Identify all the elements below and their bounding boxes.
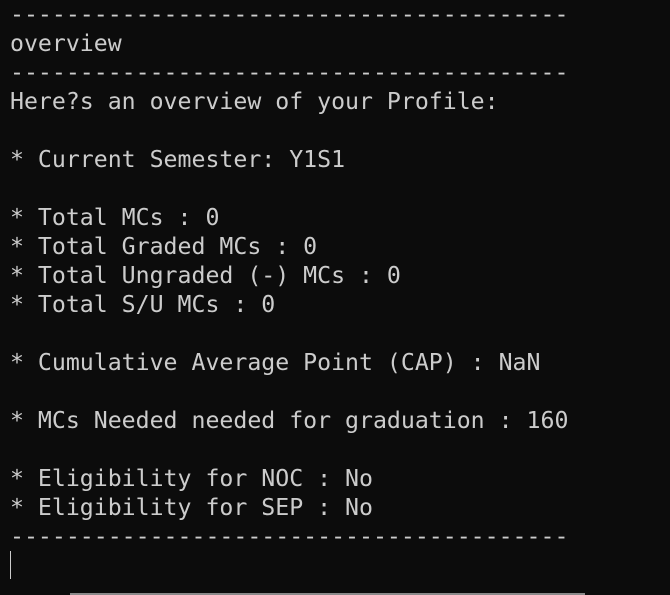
sep-eligibility-line: * Eligibility for SEP : No <box>10 494 373 521</box>
text-cursor[interactable] <box>10 551 11 579</box>
total-mcs-line: * Total MCs : 0 <box>10 204 220 231</box>
overview-intro: Here?s an overview of your Profile: <box>10 88 499 115</box>
terminal-window[interactable]: ----------------------------------------… <box>0 0 670 595</box>
current-semester-line: * Current Semester: Y1S1 <box>10 146 346 173</box>
mcs-needed-line: * MCs Needed needed for graduation : 160 <box>10 407 569 434</box>
cap-line: * Cumulative Average Point (CAP) : NaN <box>10 349 541 376</box>
total-su-mcs-line: * Total S/U MCs : 0 <box>10 291 276 318</box>
overview-heading: overview <box>10 30 122 57</box>
total-ungraded-mcs-line: * Total Ungraded (-) MCs : 0 <box>10 262 401 289</box>
separator-top: ---------------------------------------- <box>10 1 569 28</box>
noc-eligibility-line: * Eligibility for NOC : No <box>10 465 373 492</box>
separator-mid: ---------------------------------------- <box>10 59 569 86</box>
total-graded-mcs-line: * Total Graded MCs : 0 <box>10 233 318 260</box>
separator-bottom: ---------------------------------------- <box>10 523 569 550</box>
